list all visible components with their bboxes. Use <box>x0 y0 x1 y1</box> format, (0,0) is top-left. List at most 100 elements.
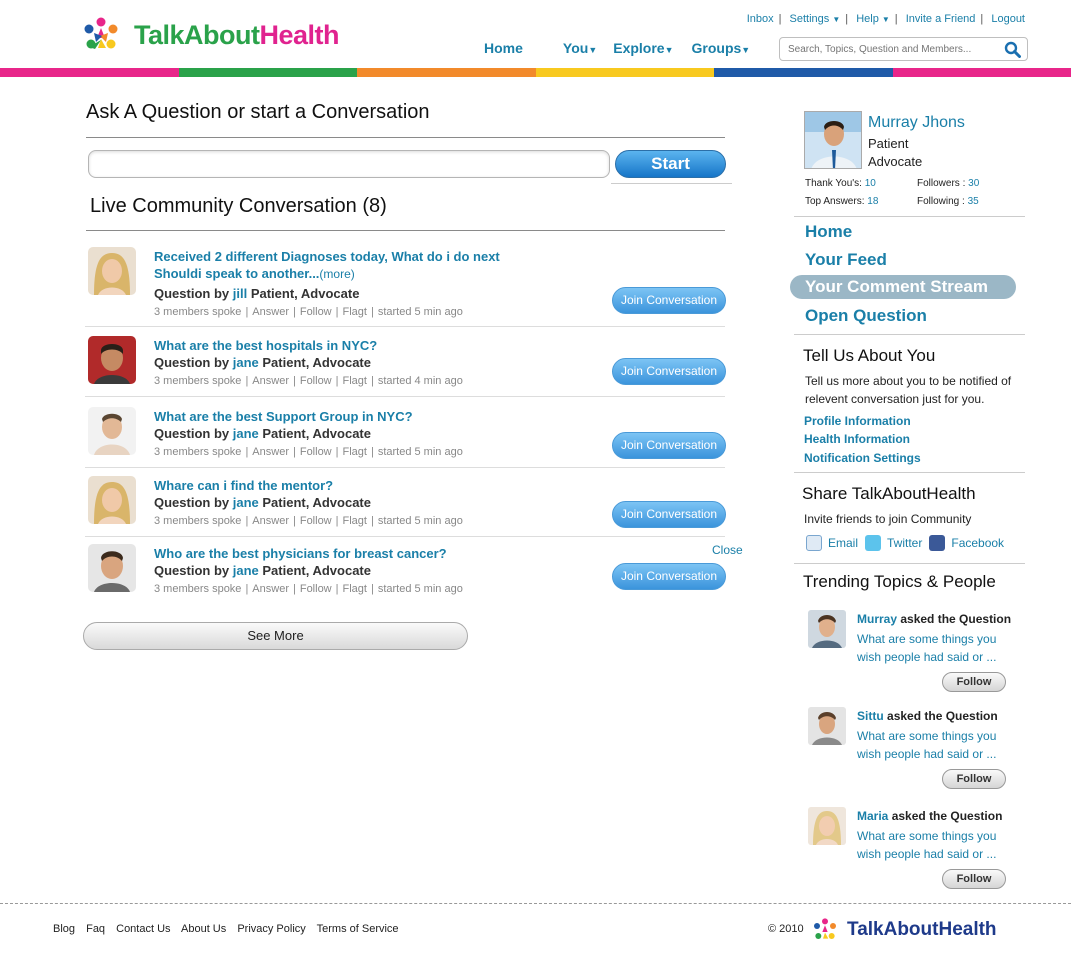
nav-you[interactable]: You▼ <box>563 40 597 56</box>
see-more-button[interactable]: See More <box>83 622 468 650</box>
follow-button[interactable]: Follow <box>942 869 1006 889</box>
share-twitter-link[interactable]: Twitter <box>887 536 922 550</box>
trending-question[interactable]: What are some things you wish people had … <box>857 727 1017 763</box>
start-button[interactable]: Start <box>615 150 726 178</box>
avatar[interactable] <box>808 707 846 745</box>
question-author-line: Question by jane Patient, Advocate <box>154 426 371 441</box>
footer-link-faq[interactable]: Faq <box>86 923 105 935</box>
share-facebook-link[interactable]: Facebook <box>951 536 1004 550</box>
trending-person-link[interactable]: Sittu <box>857 709 884 723</box>
divider <box>794 216 1025 217</box>
color-bar-segment <box>535 68 714 77</box>
nav-home[interactable]: Home <box>484 40 523 56</box>
answer-link[interactable]: Answer <box>252 375 289 387</box>
settings-link[interactable]: Settings ▼ <box>790 13 841 25</box>
profile-name[interactable]: Murray Jhons <box>868 114 965 132</box>
stat-value[interactable]: 10 <box>865 178 876 189</box>
avatar[interactable] <box>88 336 136 384</box>
answer-link[interactable]: Answer <box>252 306 289 318</box>
conversation-meta: 3 members spoke | Answer | Follow | Flagt | star… <box>154 375 463 387</box>
trending-person-link[interactable]: Murray <box>857 612 897 626</box>
join-conversation-button[interactable]: Join Conversation <box>612 358 726 385</box>
stat-value[interactable]: 35 <box>968 196 979 207</box>
footer-link-blog[interactable]: Blog <box>53 923 75 935</box>
answer-link[interactable]: Answer <box>252 446 289 458</box>
footer-link-contact[interactable]: Contact Us <box>116 923 170 935</box>
author-link[interactable]: jane <box>233 426 259 441</box>
conversation-item: Whare can i find the mentor? Question by… <box>85 475 726 537</box>
more-link[interactable]: (more) <box>319 267 354 281</box>
profile-avatar[interactable] <box>804 111 862 169</box>
sidebar-item-home[interactable]: Home <box>805 222 852 242</box>
conversation-question[interactable]: Received 2 different Diagnoses today, Wh… <box>154 248 564 283</box>
flag-link[interactable]: Flagt <box>343 446 367 458</box>
profile-information-link[interactable]: Profile Information <box>804 414 911 428</box>
avatar[interactable] <box>88 247 136 295</box>
follow-button[interactable]: Follow <box>942 672 1006 692</box>
author-link[interactable]: jane <box>233 563 259 578</box>
following-stat: Following : 35 <box>917 196 979 207</box>
stat-value[interactable]: 30 <box>968 178 979 189</box>
nav-groups[interactable]: Groups▼ <box>692 40 751 56</box>
join-conversation-button[interactable]: Join Conversation <box>612 432 726 459</box>
join-conversation-button[interactable]: Join Conversation <box>612 501 726 528</box>
avatar[interactable] <box>88 544 136 592</box>
answer-link[interactable]: Answer <box>252 515 289 527</box>
join-conversation-button[interactable]: Join Conversation <box>612 287 726 314</box>
notification-settings-link[interactable]: Notification Settings <box>804 451 921 465</box>
author-link[interactable]: jane <box>233 355 259 370</box>
sidebar-item-open-question[interactable]: Open Question <box>805 306 927 326</box>
follow-link[interactable]: Follow <box>300 306 332 318</box>
sidebar-item-your-feed[interactable]: Your Feed <box>805 250 887 270</box>
avatar[interactable] <box>88 407 136 455</box>
sidebar-item-comment-stream[interactable]: Your Comment Stream <box>790 275 1016 299</box>
nav-explore[interactable]: Explore▼ <box>613 40 673 56</box>
avatar[interactable] <box>808 610 846 648</box>
trending-person-link[interactable]: Maria <box>857 809 888 823</box>
trending-headline: Murray asked the Question <box>857 612 1012 626</box>
trending-headline: Maria asked the Question <box>857 809 1003 823</box>
health-information-link[interactable]: Health Information <box>804 432 910 446</box>
follow-button[interactable]: Follow <box>942 769 1006 789</box>
search-input[interactable] <box>780 38 995 60</box>
trending-question[interactable]: What are some things you wish people had … <box>857 630 1017 666</box>
share-email-link[interactable]: Email <box>828 536 858 550</box>
follow-link[interactable]: Follow <box>300 515 332 527</box>
ask-question-input[interactable] <box>88 150 610 178</box>
answer-link[interactable]: Answer <box>252 583 289 595</box>
help-link[interactable]: Help ▼ <box>856 13 890 25</box>
conversation-question[interactable]: What are the best Support Group in NYC? <box>154 408 564 425</box>
flag-link[interactable]: Flagt <box>343 375 367 387</box>
live-conversation-title: Live Community Conversation (8) <box>90 195 387 217</box>
about-text: Tell us more about you to be notified of… <box>805 374 1012 406</box>
inbox-link[interactable]: Inbox <box>747 13 774 25</box>
close-link[interactable]: Close <box>712 543 743 557</box>
trending-question[interactable]: What are some things you wish people had … <box>857 827 1017 863</box>
avatar[interactable] <box>808 807 846 845</box>
logout-link[interactable]: Logout <box>991 13 1025 25</box>
author-link[interactable]: jane <box>233 495 259 510</box>
footer-logo[interactable]: TalkAboutHealth <box>811 916 997 944</box>
follow-link[interactable]: Follow <box>300 375 332 387</box>
conversation-question[interactable]: Who are the best physicians for breast c… <box>154 545 564 562</box>
right-sidebar: Murray Jhons Patient Advocate Thank You'… <box>790 100 1026 900</box>
divider <box>86 230 725 231</box>
flag-link[interactable]: Flagt <box>343 306 367 318</box>
footer-link-about[interactable]: About Us <box>181 923 226 935</box>
flag-link[interactable]: Flagt <box>343 515 367 527</box>
avatar[interactable] <box>88 476 136 524</box>
join-conversation-button[interactable]: Join Conversation <box>612 563 726 590</box>
follow-link[interactable]: Follow <box>300 446 332 458</box>
follow-link[interactable]: Follow <box>300 583 332 595</box>
question-author-line: Question by jill Patient, Advocate <box>154 286 360 301</box>
author-link[interactable]: jill <box>233 286 247 301</box>
stat-value[interactable]: 18 <box>867 196 878 207</box>
conversation-question[interactable]: Whare can i find the mentor? <box>154 477 564 494</box>
conversation-question[interactable]: What are the best hospitals in NYC? <box>154 337 564 354</box>
flag-link[interactable]: Flagt <box>343 583 367 595</box>
footer-link-terms[interactable]: Terms of Service <box>317 923 399 935</box>
search-icon[interactable] <box>1004 41 1021 58</box>
invite-friend-link[interactable]: Invite a Friend <box>906 13 976 25</box>
brand-logo[interactable]: TalkAboutHealth <box>80 14 340 56</box>
footer-link-privacy[interactable]: Privacy Policy <box>237 923 305 935</box>
